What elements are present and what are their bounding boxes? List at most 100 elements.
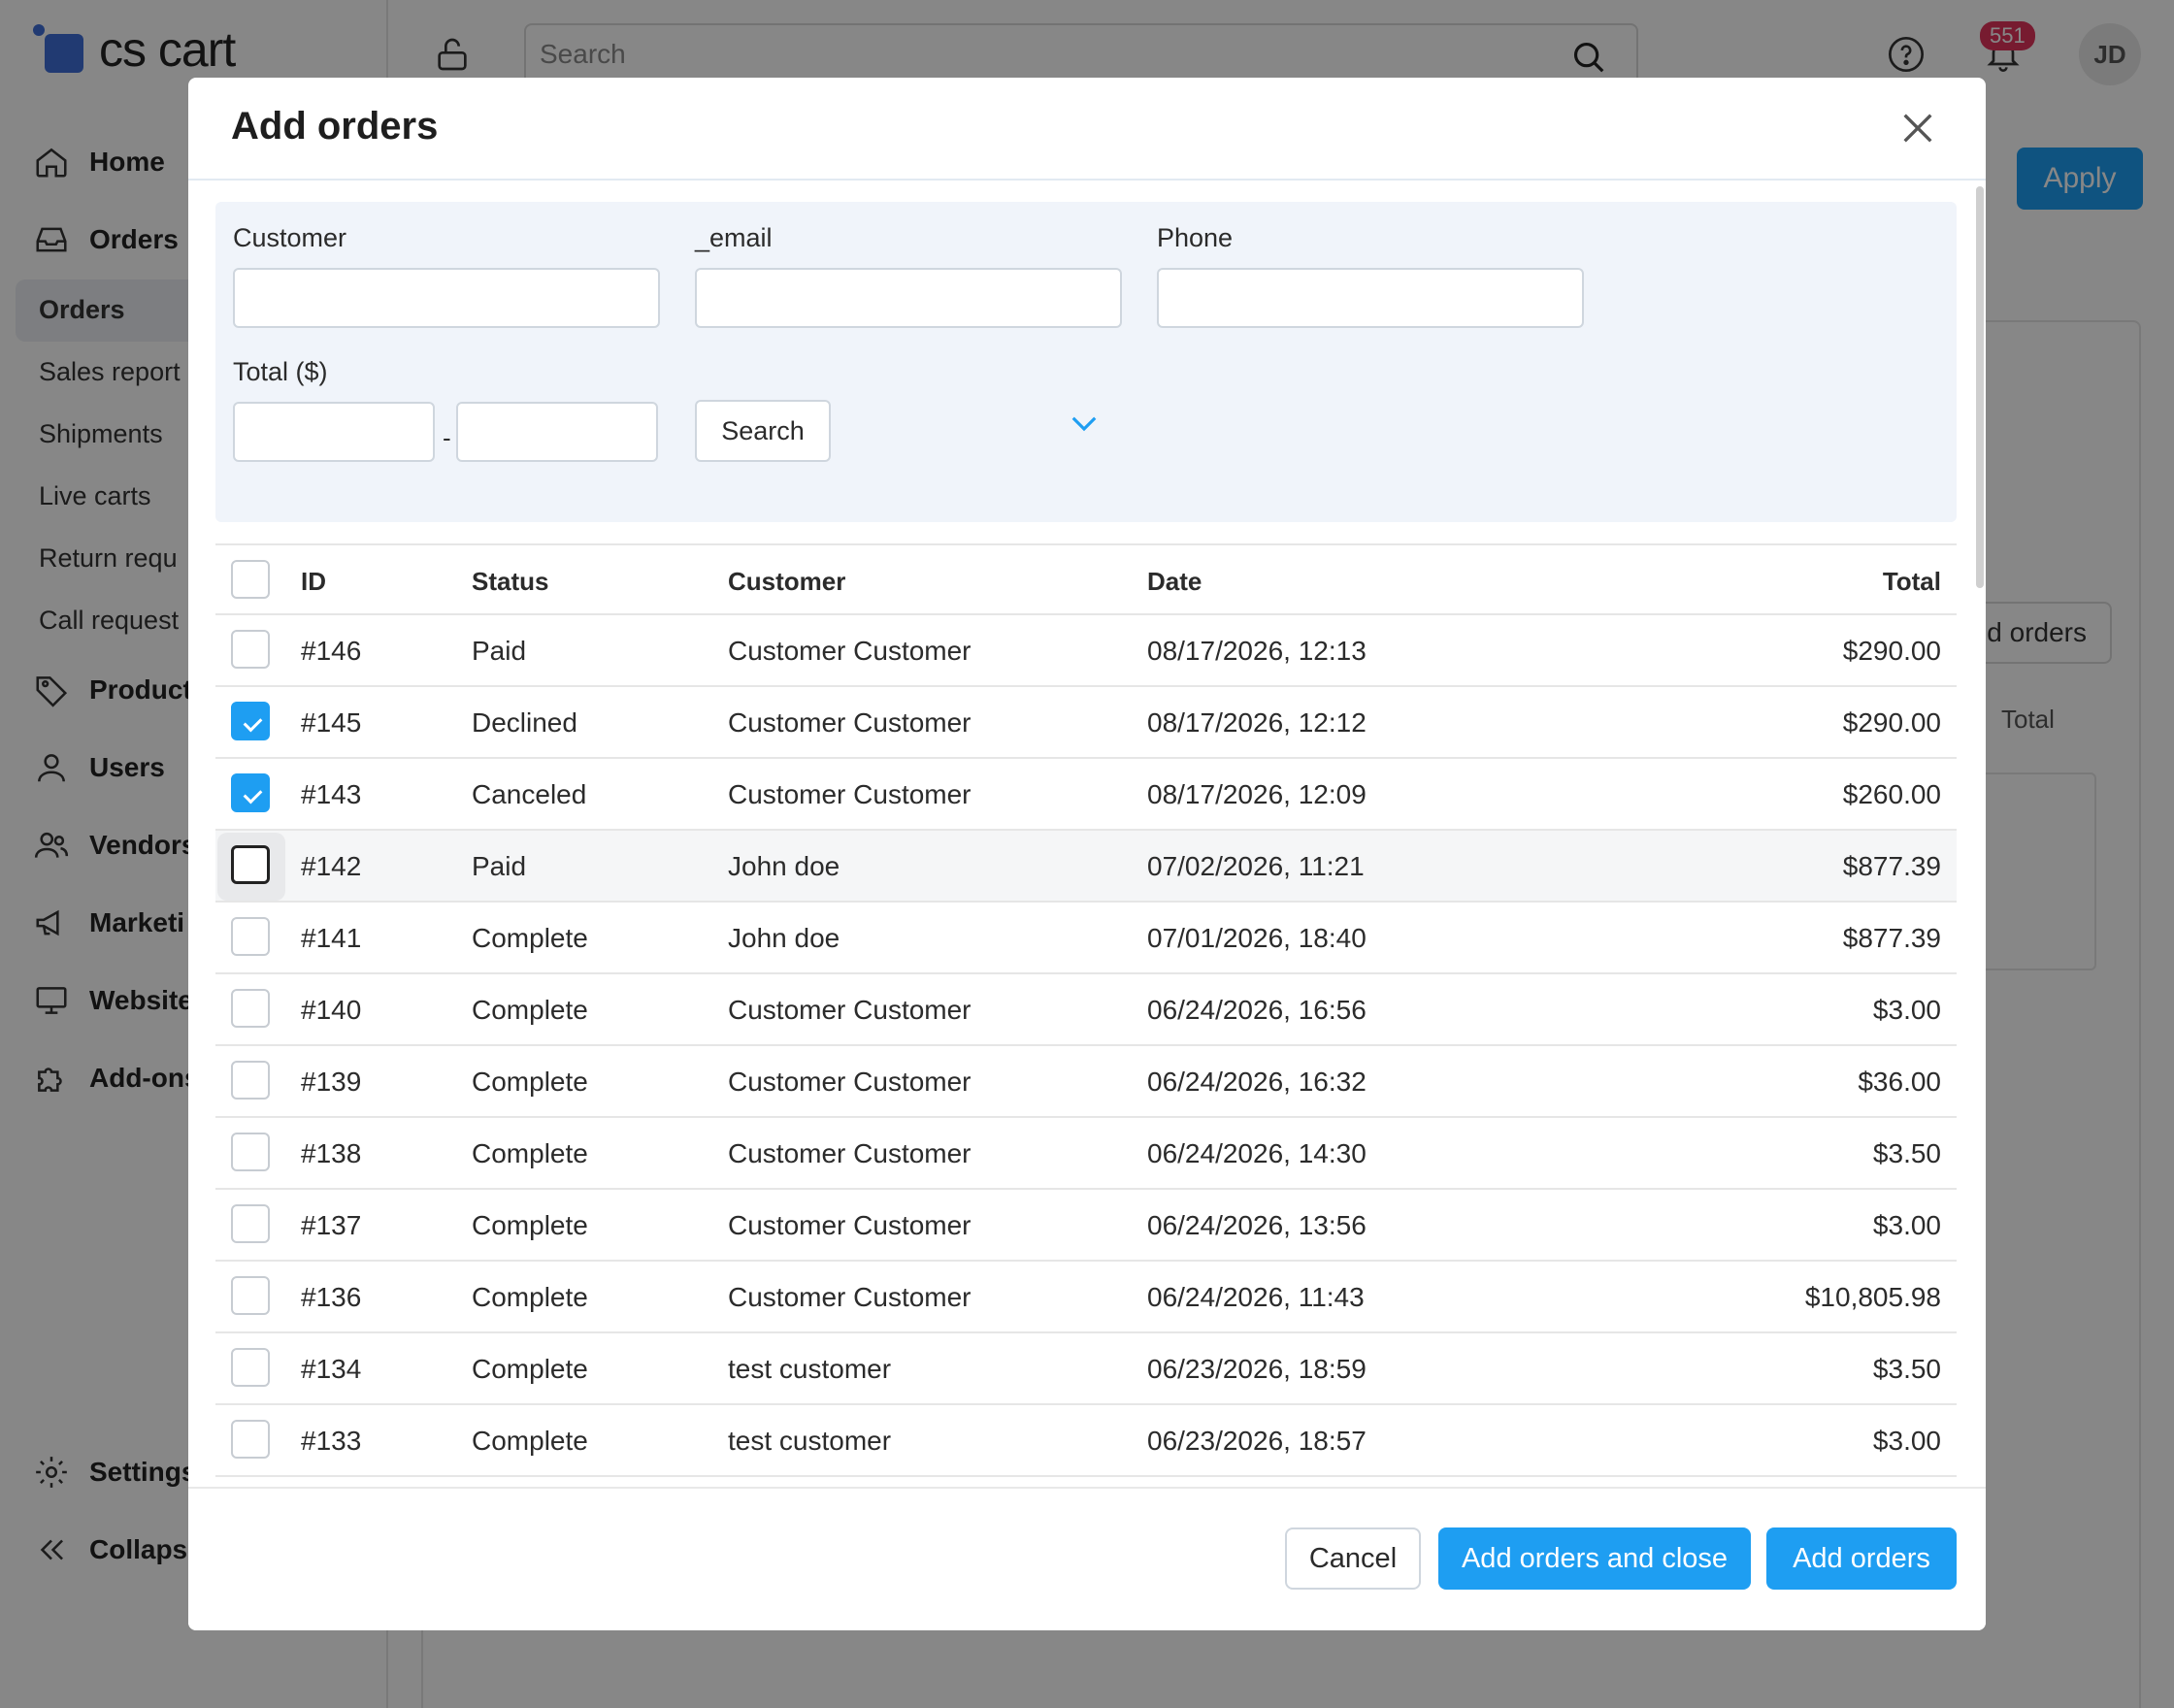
row-checkbox[interactable] (231, 845, 270, 884)
order-status: Canceled (472, 779, 587, 809)
close-button[interactable] (1898, 109, 1937, 148)
order-customer: test customer (728, 1426, 892, 1456)
dialog-body: Customer _email Phone Total ($) - Search… (188, 182, 1986, 1564)
table-row[interactable]: #140 Complete Customer Customer 06/24/20… (215, 974, 1957, 1046)
row-checkbox[interactable] (231, 702, 270, 740)
add-orders-dialog: Add orders Customer _email Phone Total (… (188, 78, 1986, 1630)
order-total: $260.00 (1842, 779, 1941, 809)
order-total: $877.39 (1842, 923, 1941, 953)
order-id: #146 (301, 636, 362, 666)
chevron-down-icon[interactable] (1070, 413, 1099, 435)
email-filter-input[interactable] (695, 268, 1122, 328)
table-row[interactable]: #143 Canceled Customer Customer 08/17/20… (215, 759, 1957, 831)
select-all-checkbox[interactable] (231, 560, 270, 599)
row-checkbox[interactable] (231, 630, 270, 669)
order-status: Paid (472, 636, 527, 666)
table-row[interactable]: #136 Complete Customer Customer 06/24/20… (215, 1262, 1957, 1333)
row-checkbox[interactable] (231, 773, 270, 812)
order-date: 07/02/2026, 11:21 (1147, 851, 1365, 881)
order-id: #134 (301, 1354, 362, 1384)
order-total: $3.50 (1872, 1138, 1941, 1168)
total-filter-label: Total ($) (233, 357, 328, 386)
order-date: 06/24/2026, 16:56 (1147, 995, 1367, 1025)
order-total: $290.00 (1842, 707, 1941, 738)
dialog-footer: Cancel Add orders and close Add orders (188, 1487, 1986, 1630)
table-row[interactable]: #138 Complete Customer Customer 06/24/20… (215, 1118, 1957, 1190)
order-date: 08/17/2026, 12:09 (1147, 779, 1367, 809)
order-status: Complete (472, 995, 588, 1025)
order-customer: Customer Customer (728, 995, 972, 1025)
column-header-status[interactable]: Status (472, 545, 548, 617)
order-customer: Customer Customer (728, 1210, 972, 1240)
total-to-input[interactable] (456, 402, 658, 462)
order-id: #145 (301, 707, 362, 738)
order-id: #137 (301, 1210, 362, 1240)
column-header-customer[interactable]: Customer (728, 545, 845, 617)
order-date: 06/24/2026, 16:32 (1147, 1067, 1367, 1097)
column-header-date[interactable]: Date (1147, 545, 1202, 617)
order-status: Complete (472, 923, 588, 953)
table-header-row: ID Status Customer Date Total (215, 543, 1957, 615)
total-from-input[interactable] (233, 402, 435, 462)
customer-filter-input[interactable] (233, 268, 660, 328)
row-checkbox[interactable] (231, 1204, 270, 1243)
order-status: Complete (472, 1426, 588, 1456)
table-row[interactable]: #141 Complete John doe 07/01/2026, 18:40… (215, 903, 1957, 974)
order-total: $290.00 (1842, 636, 1941, 666)
order-date: 06/23/2026, 18:59 (1147, 1354, 1367, 1384)
order-status: Complete (472, 1138, 588, 1168)
order-status: Complete (472, 1067, 588, 1097)
order-status: Declined (472, 707, 577, 738)
search-button[interactable]: Search (695, 400, 831, 462)
order-date: 08/17/2026, 12:13 (1147, 636, 1367, 666)
order-id: #136 (301, 1282, 362, 1312)
order-customer: Customer Customer (728, 636, 972, 666)
order-customer: Customer Customer (728, 1282, 972, 1312)
row-checkbox[interactable] (231, 1348, 270, 1387)
range-separator: - (443, 423, 451, 452)
order-status: Complete (472, 1210, 588, 1240)
table-row[interactable]: #146 Paid Customer Customer 08/17/2026, … (215, 615, 1957, 687)
order-status: Complete (472, 1354, 588, 1384)
add-orders-button[interactable]: Add orders (1766, 1527, 1957, 1590)
order-status: Paid (472, 851, 527, 881)
phone-filter-label: Phone (1157, 223, 1234, 252)
order-id: #143 (301, 779, 362, 809)
order-total: $3.00 (1872, 995, 1941, 1025)
order-customer: test customer (728, 1354, 892, 1384)
order-date: 06/23/2026, 18:57 (1147, 1426, 1367, 1456)
order-customer: John doe (728, 851, 840, 881)
order-total: $36.00 (1858, 1067, 1941, 1097)
column-header-total[interactable]: Total (1883, 545, 1941, 617)
column-header-id[interactable]: ID (301, 545, 326, 617)
row-checkbox[interactable] (231, 1276, 270, 1315)
row-checkbox[interactable] (231, 1061, 270, 1100)
add-orders-and-close-button[interactable]: Add orders and close (1438, 1527, 1751, 1590)
order-total: $877.39 (1842, 851, 1941, 881)
row-checkbox[interactable] (231, 1420, 270, 1459)
search-filter-panel: Customer _email Phone Total ($) - Search (215, 202, 1957, 522)
table-row[interactable]: #137 Complete Customer Customer 06/24/20… (215, 1190, 1957, 1262)
cancel-button[interactable]: Cancel (1285, 1527, 1421, 1590)
row-checkbox[interactable] (231, 1133, 270, 1171)
order-total: $3.50 (1872, 1354, 1941, 1384)
order-id: #139 (301, 1067, 362, 1097)
dialog-title: Add orders (231, 105, 439, 148)
row-checkbox[interactable] (231, 989, 270, 1028)
order-date: 06/24/2026, 13:56 (1147, 1210, 1367, 1240)
order-customer: Customer Customer (728, 1138, 972, 1168)
order-total: $3.00 (1872, 1426, 1941, 1456)
table-row[interactable]: #134 Complete test customer 06/23/2026, … (215, 1333, 1957, 1405)
order-id: #142 (301, 851, 362, 881)
table-row[interactable]: #142 Paid John doe 07/02/2026, 11:21 $87… (215, 831, 1957, 903)
table-row[interactable]: #133 Complete test customer 06/23/2026, … (215, 1405, 1957, 1477)
table-row[interactable]: #139 Complete Customer Customer 06/24/20… (215, 1046, 1957, 1118)
close-icon (1903, 114, 1932, 143)
order-date: 06/24/2026, 11:43 (1147, 1282, 1365, 1312)
table-row[interactable]: #145 Declined Customer Customer 08/17/20… (215, 687, 1957, 759)
order-date: 06/24/2026, 14:30 (1147, 1138, 1367, 1168)
order-customer: Customer Customer (728, 1067, 972, 1097)
phone-filter-input[interactable] (1157, 268, 1584, 328)
order-customer: Customer Customer (728, 779, 972, 809)
row-checkbox[interactable] (231, 917, 270, 956)
